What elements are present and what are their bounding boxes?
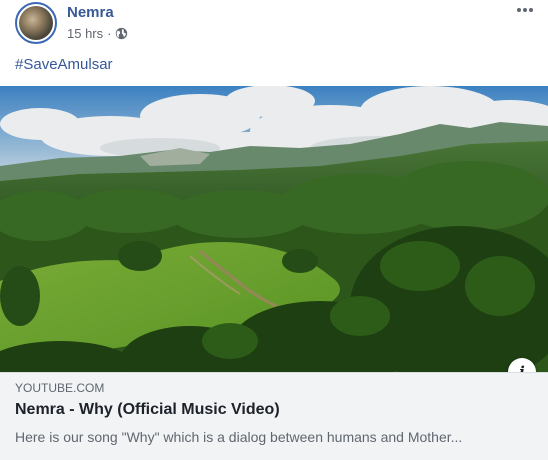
more-options-icon[interactable]	[510, 0, 540, 20]
post-meta: 15 hrs ·	[67, 26, 128, 41]
post-card: Nemra 15 hrs · #SaveAmulsar YOUTUBE.COM …	[0, 0, 548, 460]
link-title[interactable]: Nemra - Why (Official Music Video)	[15, 401, 280, 419]
link-description: Here is our song "Why" which is a dialog…	[15, 429, 463, 445]
meta-separator: ·	[107, 26, 112, 41]
post-text-hashtag[interactable]: #SaveAmulsar	[15, 56, 113, 73]
globe-icon[interactable]	[115, 27, 128, 40]
avatar[interactable]	[15, 2, 57, 44]
avatar-image	[19, 6, 53, 40]
video-thumbnail[interactable]	[0, 86, 548, 372]
post-timestamp[interactable]: 15 hrs	[67, 26, 103, 41]
link-source-domain: YOUTUBE.COM	[15, 381, 105, 395]
post-header: Nemra 15 hrs ·	[0, 0, 548, 50]
link-preview-card[interactable]: i YOUTUBE.COM Nemra - Why (Official Musi…	[0, 86, 548, 460]
author-name[interactable]: Nemra	[67, 4, 114, 21]
link-preview-details[interactable]: YOUTUBE.COM Nemra - Why (Official Music …	[0, 372, 548, 460]
